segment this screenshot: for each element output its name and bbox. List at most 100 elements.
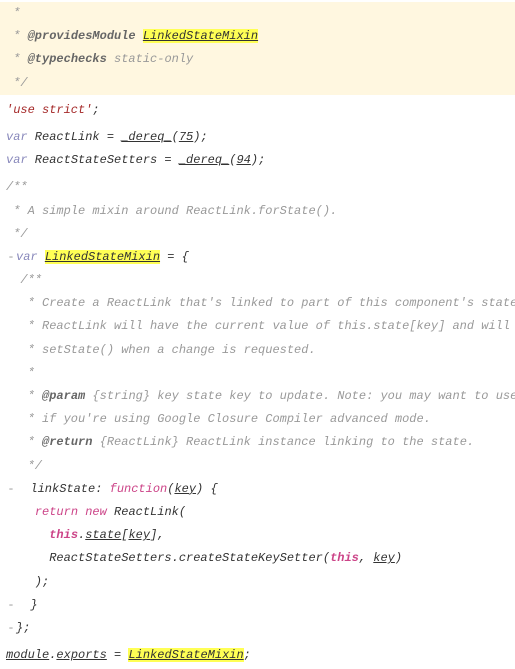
code-line: var ReactLink = _dereq_(75); xyxy=(0,126,515,149)
paren: ) xyxy=(395,551,402,565)
comment: * xyxy=(6,366,35,380)
code-line: ReactStateSetters.createStateKeySetter(t… xyxy=(0,547,515,570)
paren: ); xyxy=(251,153,265,167)
code-line: * xyxy=(0,362,515,385)
text: ReactStateSetters.createStateKeySetter( xyxy=(6,551,330,565)
comment: */ xyxy=(6,459,42,473)
keyword-new: new xyxy=(85,505,107,519)
code-line: 'use strict'; xyxy=(0,99,515,122)
code-line: -var LinkedStateMixin = { xyxy=(0,246,515,269)
code-line: var ReactStateSetters = _dereq_(94); xyxy=(0,149,515,172)
identifier: key xyxy=(128,528,150,542)
comment: static-only xyxy=(107,52,193,66)
code-line: * @param {string} key state key to updat… xyxy=(0,385,515,408)
keyword-this: this xyxy=(49,528,78,542)
code-line: * if you're using Google Closure Compile… xyxy=(0,408,515,431)
comment: * setState() when a change is requested. xyxy=(6,343,316,357)
code-line: /** xyxy=(0,176,515,199)
comment: * xyxy=(6,389,42,403)
bracket: ], xyxy=(150,528,164,542)
code-line: * @typechecks static-only xyxy=(0,48,515,71)
fold-marker-icon[interactable]: - xyxy=(6,248,16,267)
keyword-var: var xyxy=(6,130,28,144)
number: 94 xyxy=(236,153,250,167)
comment: {string} key state key to update. Note: … xyxy=(85,389,515,403)
eq: = xyxy=(107,648,129,662)
highlight: LinkedStateMixin xyxy=(143,29,258,43)
text: ); xyxy=(6,575,49,589)
keyword-var: var xyxy=(16,250,38,264)
code-line: * setState() when a change is requested. xyxy=(0,339,515,362)
comment: * Create a ReactLink that's linked to pa… xyxy=(6,296,515,310)
jsdoc-tag: @return xyxy=(42,435,92,449)
property: exports xyxy=(56,648,106,662)
keyword-function: function xyxy=(110,482,168,496)
comment: * A simple mixin around ReactLink.forSta… xyxy=(6,204,337,218)
code-line: this.state[key], xyxy=(0,524,515,547)
comment: * xyxy=(6,6,20,20)
comment: * if you're using Google Closure Compile… xyxy=(6,412,431,426)
comment: * xyxy=(6,52,28,66)
identifier: _dereq_ xyxy=(179,153,229,167)
highlight: LinkedStateMixin xyxy=(128,648,243,662)
fold-marker-icon[interactable]: - xyxy=(6,480,16,499)
highlight: LinkedStateMixin xyxy=(45,250,160,264)
code-line: * ReactLink will have the current value … xyxy=(0,315,515,338)
text: }; xyxy=(16,621,30,635)
jsdoc-tag: @param xyxy=(42,389,85,403)
code-line: module.exports = LinkedStateMixin; xyxy=(0,644,515,667)
comment: */ xyxy=(6,227,28,241)
number: 75 xyxy=(179,130,193,144)
comment: /** xyxy=(6,180,28,194)
code-line: */ xyxy=(0,223,515,246)
comment: * xyxy=(6,29,28,43)
code-line: * xyxy=(0,2,515,25)
paren: ) { xyxy=(196,482,218,496)
code-line: * @return {ReactLink} ReactLink instance… xyxy=(0,431,515,454)
code-line: ); xyxy=(0,571,515,594)
text: linkState: xyxy=(16,482,110,496)
fold-marker-icon[interactable]: - xyxy=(6,619,16,638)
indent xyxy=(6,505,35,519)
space xyxy=(136,29,143,43)
jsdoc-tag: @typechecks xyxy=(28,52,107,66)
code-line: * @providesModule LinkedStateMixin xyxy=(0,25,515,48)
semicolon: ; xyxy=(92,103,99,117)
code-line: /** xyxy=(0,269,515,292)
keyword-this: this xyxy=(330,551,359,565)
semicolon: ; xyxy=(244,648,251,662)
comment: * xyxy=(6,435,42,449)
code-block: * * @providesModule LinkedStateMixin * @… xyxy=(0,0,515,669)
code-line: * A simple mixin around ReactLink.forSta… xyxy=(0,200,515,223)
text: = { xyxy=(160,250,189,264)
space xyxy=(38,250,45,264)
comment: */ xyxy=(6,76,28,90)
keyword-return: return xyxy=(35,505,78,519)
comment: {ReactLink} ReactLink instance linking t… xyxy=(92,435,474,449)
property: state xyxy=(85,528,121,542)
code-line: - linkState: function(key) { xyxy=(0,478,515,501)
comma: , xyxy=(359,551,373,565)
comment: * ReactLink will have the current value … xyxy=(6,319,515,333)
text: ReactStateSetters = xyxy=(28,153,179,167)
fold-marker-icon[interactable]: - xyxy=(6,596,16,615)
code-line: * Create a ReactLink that's linked to pa… xyxy=(0,292,515,315)
indent xyxy=(6,528,49,542)
code-line: return new ReactLink( xyxy=(0,501,515,524)
text: ReactLink = xyxy=(28,130,122,144)
string: 'use strict' xyxy=(6,103,92,117)
keyword-var: var xyxy=(6,153,28,167)
text: ReactLink( xyxy=(107,505,186,519)
code-line: */ xyxy=(0,72,515,95)
paren: ); xyxy=(193,130,207,144)
jsdoc-tag: @providesModule xyxy=(28,29,136,43)
identifier: key xyxy=(373,551,395,565)
identifier: module xyxy=(6,648,49,662)
paren: ( xyxy=(172,130,179,144)
identifier: _dereq_ xyxy=(121,130,171,144)
text: } xyxy=(16,598,38,612)
code-line: - } xyxy=(0,594,515,617)
param: key xyxy=(174,482,196,496)
code-line: */ xyxy=(0,455,515,478)
code-line: -}; xyxy=(0,617,515,640)
